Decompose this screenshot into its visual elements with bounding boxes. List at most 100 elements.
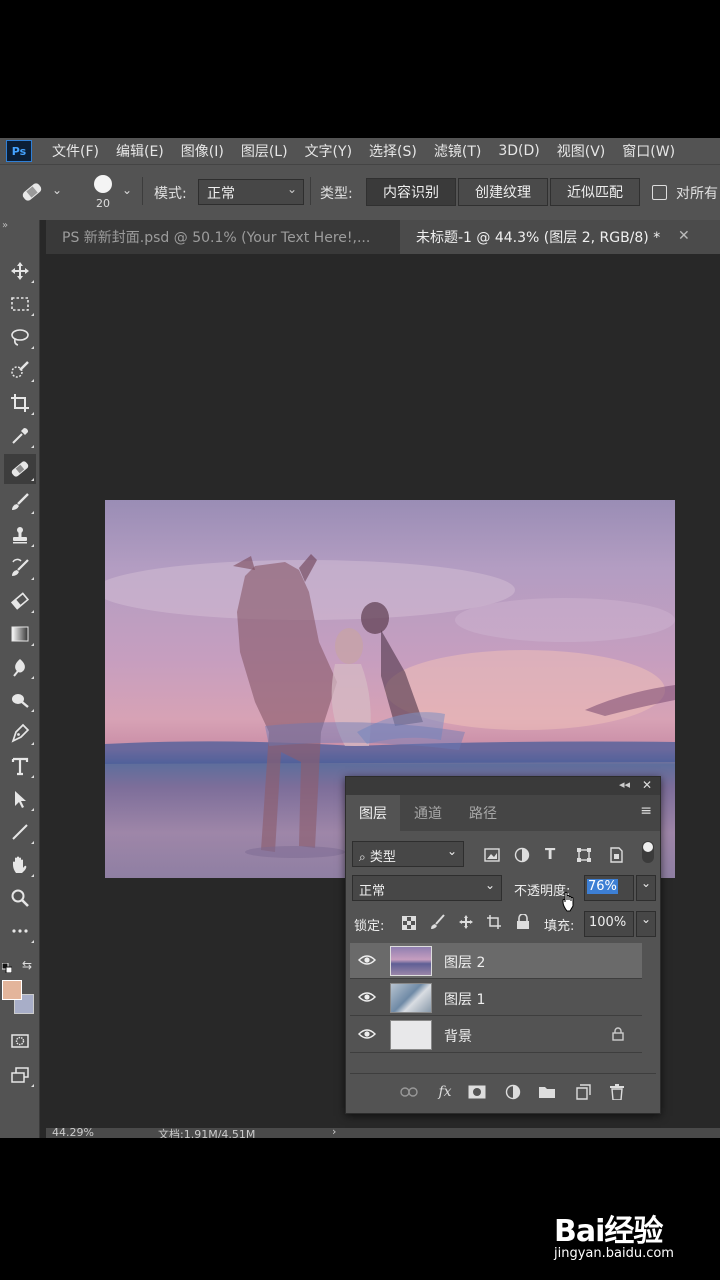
path-selection-tool-icon[interactable] [4,784,36,814]
crop-tool-icon[interactable] [4,388,36,418]
lock-label: 锁定: [354,919,385,934]
layer-row-background[interactable]: 背景 [350,1017,642,1053]
close-icon[interactable]: ✕ [678,228,690,244]
collapse-arrows-icon[interactable]: » [2,220,8,231]
fill-value: 100% [589,915,627,930]
spot-healing-tool-icon[interactable] [4,454,36,484]
visibility-eye-icon[interactable] [358,953,376,967]
type-tool-icon[interactable] [4,751,36,781]
new-group-folder-icon[interactable] [538,1083,556,1101]
lock-image-pixels-icon[interactable] [430,914,446,934]
panel-menu-icon[interactable]: ≡ [640,803,652,819]
default-colors-icon[interactable] [1,958,13,974]
divider [310,177,311,205]
gradient-tool-icon[interactable] [4,619,36,649]
chevron-down-icon: ⌄ [286,182,297,196]
history-brush-tool-icon[interactable] [4,553,36,583]
fill-slider-chevron-down-icon[interactable]: ⌄ [636,911,656,937]
fill-input[interactable]: 100% [584,911,634,937]
lock-all-icon[interactable] [516,913,530,934]
menu-3d[interactable]: 3D(D) [498,143,539,159]
tab-document-1[interactable]: PS 新新封面.psd @ 50.1% (Your Text Here!,... [46,220,398,254]
content-aware-button[interactable]: 内容识别 [366,178,456,206]
create-texture-button[interactable]: 创建纹理 [458,178,548,206]
tab-paths[interactable]: 路径 [456,795,510,831]
opacity-slider-chevron-down-icon[interactable]: ⌄ [636,875,656,901]
opacity-input[interactable]: 76% [584,875,634,901]
tab-layers[interactable]: 图层 [346,795,400,831]
menu-view[interactable]: 视图(V) [557,141,606,161]
filter-smart-objects-icon[interactable] [608,847,624,867]
link-layers-icon[interactable] [400,1083,418,1101]
menu-select[interactable]: 选择(S) [369,141,417,161]
filter-adjustment-layers-icon[interactable] [514,847,530,867]
menu-filter[interactable]: 滤镜(T) [434,141,481,161]
pen-tool-icon[interactable] [4,718,36,748]
visibility-eye-icon[interactable] [358,990,376,1004]
hand-tool-icon[interactable] [4,850,36,880]
brush-picker-chevron-down-icon[interactable]: ⌄ [122,183,132,197]
menu-layer[interactable]: 图层(L) [241,141,288,161]
quick-mask-icon[interactable] [4,1026,36,1056]
blur-tool-icon[interactable] [4,652,36,682]
filter-type-layers-icon[interactable]: T [545,845,555,863]
lock-position-icon[interactable] [458,914,474,934]
blend-mode-select[interactable]: 正常 ⌄ [352,875,502,901]
close-icon[interactable]: ✕ [642,778,652,792]
filter-toggle-switch[interactable] [642,841,654,863]
layer-row-layer-2[interactable]: 图层 2 [350,943,642,979]
brush-tool-icon[interactable] [4,487,36,517]
delete-layer-trash-icon[interactable] [608,1083,626,1101]
filter-shape-layers-icon[interactable] [576,847,592,867]
tab-label: PS 新新封面.psd @ 50.1% (Your Text Here!,... [62,230,371,246]
swap-colors-icon[interactable]: ⇆ [22,958,32,972]
layer-filter-kind-select[interactable]: ⌕ 类型 ⌄ [352,841,464,867]
lock-icon [612,1027,624,1041]
quick-selection-tool-icon[interactable] [4,355,36,385]
line-tool-icon[interactable] [4,817,36,847]
tab-document-2[interactable]: 未标题-1 @ 44.3% (图层 2, RGB/8) * ✕ [400,220,720,254]
visibility-eye-icon[interactable] [358,1027,376,1041]
brush-tip-icon[interactable] [94,175,112,193]
status-bar: 44.29% 文档:1.91M/4.51M › [46,1128,720,1138]
foreground-color-swatch[interactable] [2,980,22,1000]
layer-row-layer-1[interactable]: 图层 1 [350,980,642,1016]
menu-window[interactable]: 窗口(W) [622,141,675,161]
menu-image[interactable]: 图像(I) [181,141,224,161]
lasso-tool-icon[interactable] [4,322,36,352]
zoom-tool-icon[interactable] [4,883,36,913]
proximity-match-button[interactable]: 近似匹配 [550,178,640,206]
mode-select[interactable]: 正常 ⌄ [198,179,304,205]
eyedropper-tool-icon[interactable] [4,421,36,451]
status-menu-arrow-icon[interactable]: › [332,1128,336,1138]
clone-stamp-tool-icon[interactable] [4,520,36,550]
dodge-tool-icon[interactable] [4,685,36,715]
lock-transparent-pixels-icon[interactable] [402,915,416,934]
sample-all-layers-checkbox[interactable] [652,185,667,200]
new-layer-icon[interactable] [574,1083,592,1101]
lock-artboard-icon[interactable] [486,914,502,934]
screen-mode-icon[interactable] [4,1060,36,1090]
zoom-level[interactable]: 44.29% [52,1128,94,1138]
new-adjustment-layer-icon[interactable] [504,1083,522,1101]
filter-pixel-layers-icon[interactable] [484,847,500,866]
menu-file[interactable]: 文件(F) [52,141,99,161]
menu-type[interactable]: 文字(Y) [305,141,352,161]
tab-channels[interactable]: 通道 [402,795,454,831]
brush-size-value: 20 [96,197,110,210]
eraser-tool-icon[interactable] [4,586,36,616]
watermark-logo: Bai经验 [554,1214,663,1249]
tab-label: 未标题-1 @ 44.3% (图层 2, RGB/8) * [416,230,661,246]
move-tool-icon[interactable] [4,256,36,286]
cursor-hand-icon [562,891,574,912]
marquee-tool-icon[interactable] [4,289,36,319]
collapse-panel-icon[interactable]: ◂◂ [619,778,630,791]
panel-title-bar[interactable]: ◂◂ ✕ [346,777,660,795]
add-mask-icon[interactable] [468,1083,486,1101]
tool-preset-chevron-down-icon[interactable]: ⌄ [52,183,62,197]
more-tools-icon[interactable] [4,916,36,946]
menu-edit[interactable]: 编辑(E) [116,141,164,161]
layer-style-fx-icon[interactable]: fx [436,1083,454,1101]
spot-healing-preset-icon[interactable] [18,179,46,209]
mode-label: 模式: [154,186,187,202]
